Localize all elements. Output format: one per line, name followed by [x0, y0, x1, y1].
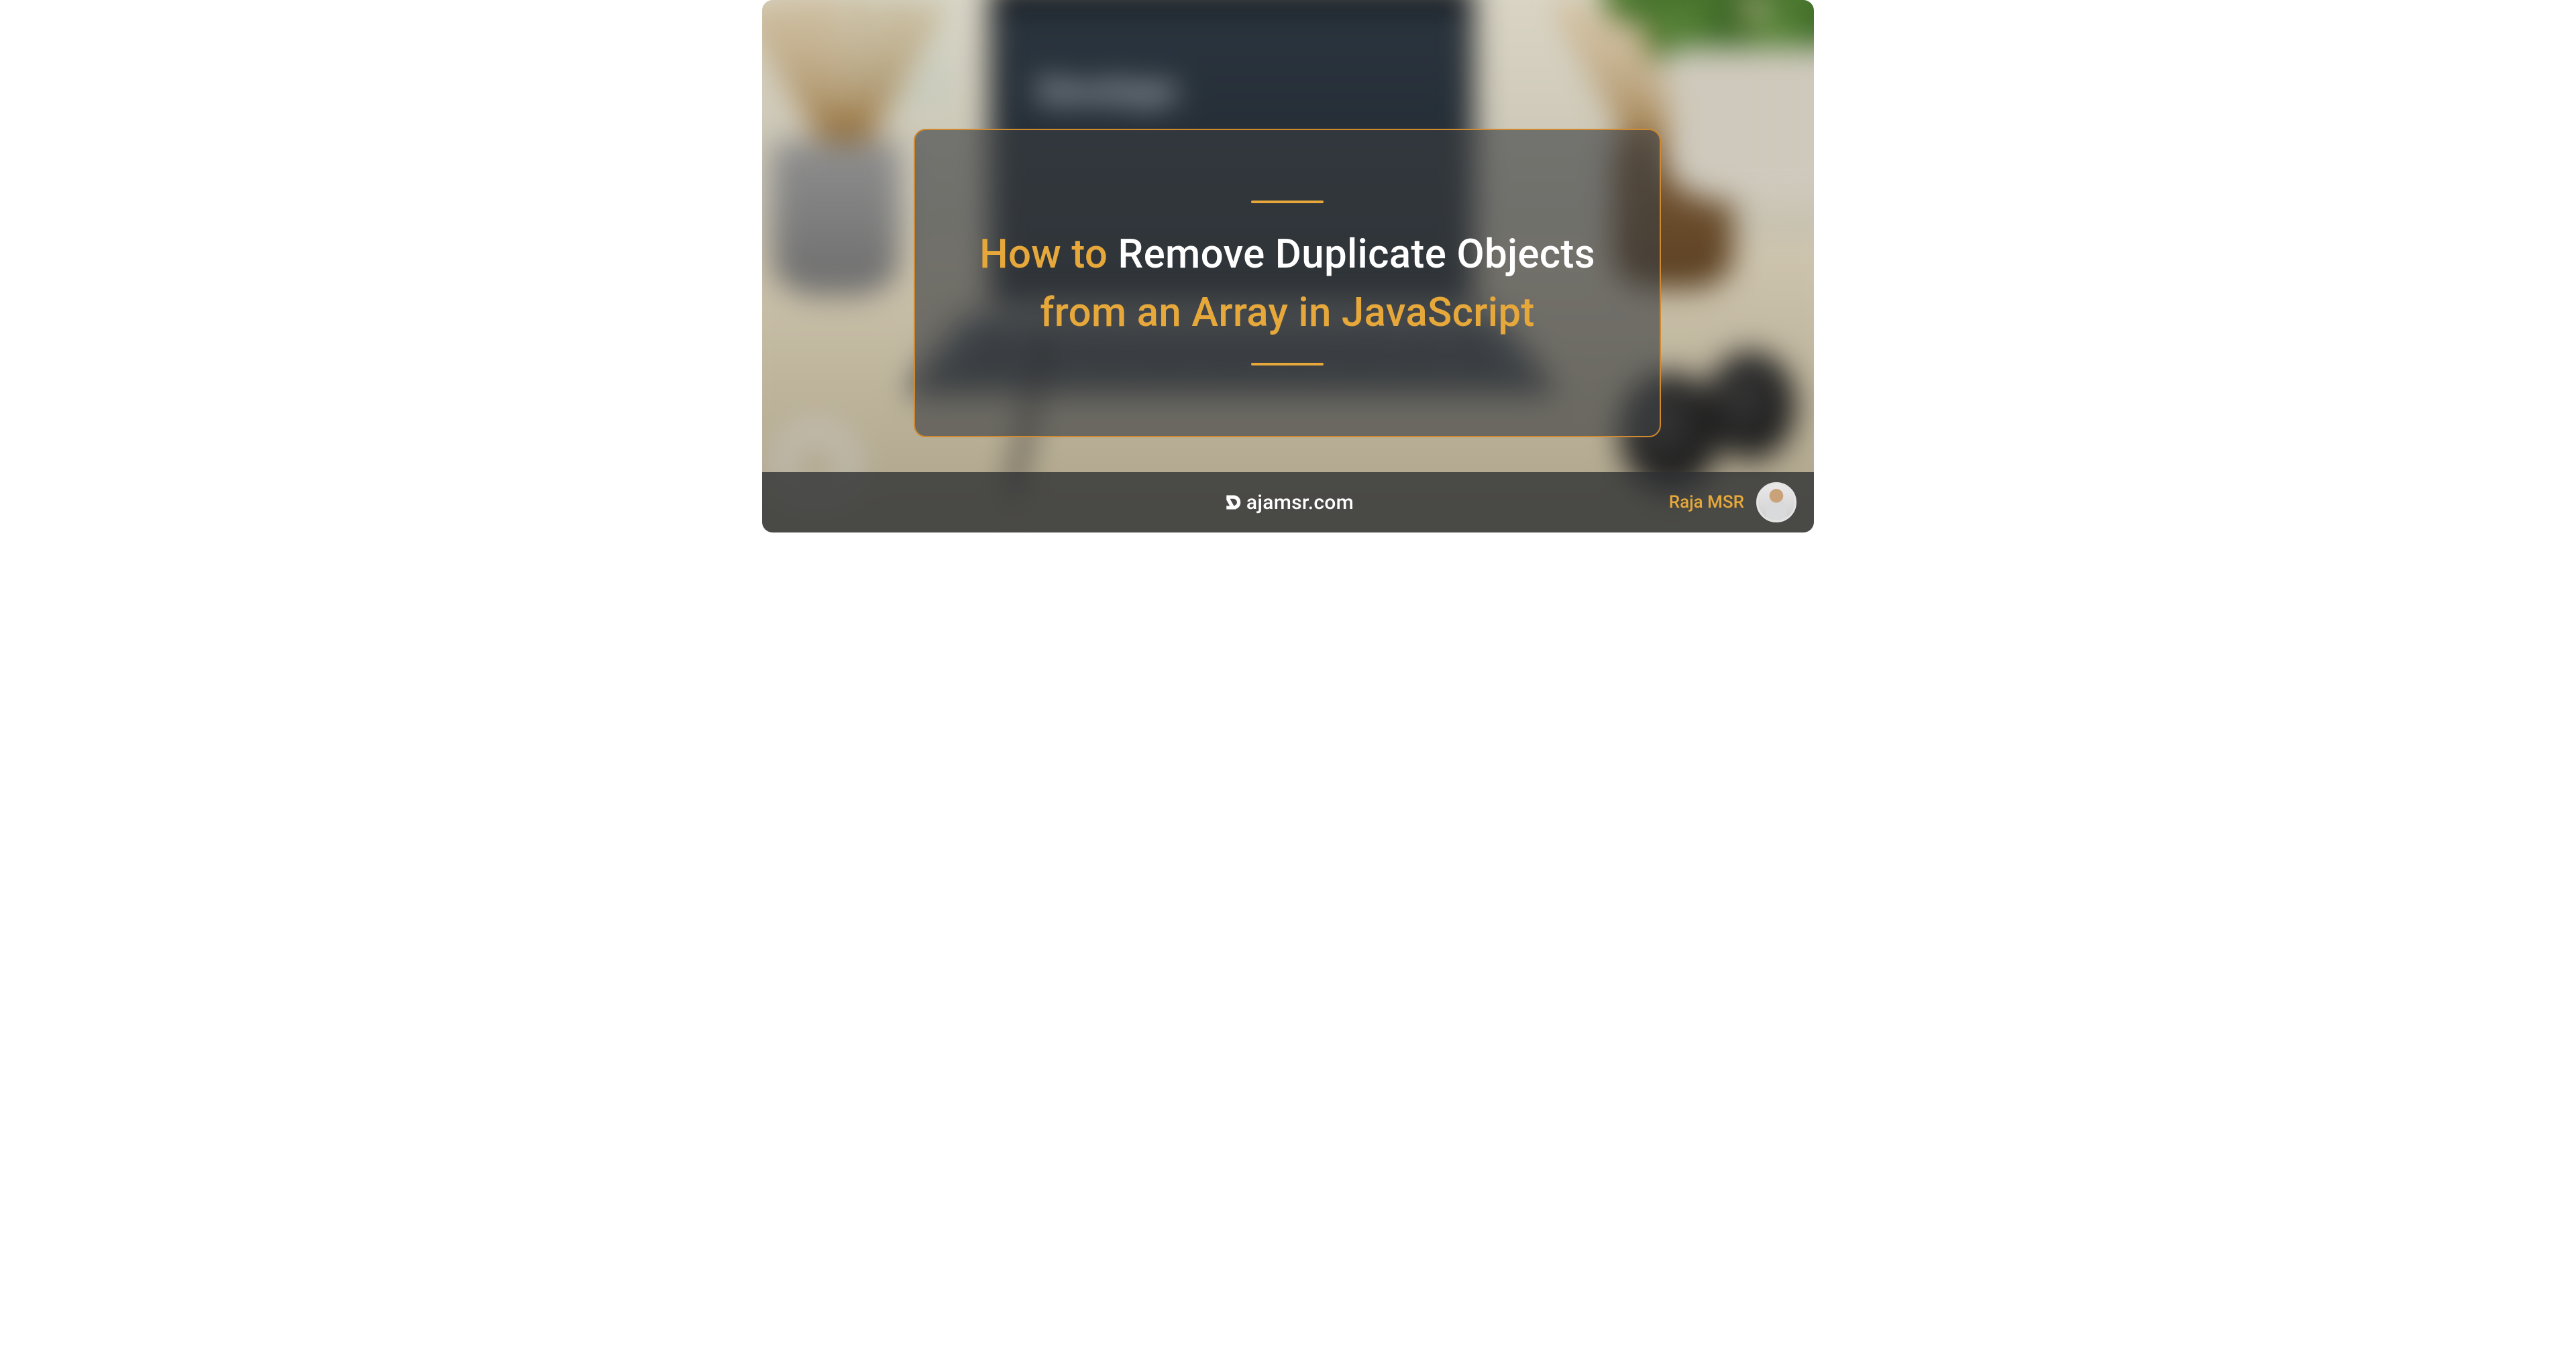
brand: ajamsr.com: [1222, 491, 1354, 514]
cover-title: How to Remove Duplicate Objects from an …: [953, 225, 1622, 341]
pencil-cup-left: [772, 141, 900, 295]
title-seg-2: from an Array in JavaScript: [1040, 288, 1534, 336]
footer-bar: ajamsr.com Raja MSR: [762, 472, 1814, 532]
title-card: How to Remove Duplicate Objects from an …: [914, 129, 1661, 437]
brand-text: ajamsr.com: [1246, 491, 1354, 514]
title-seg-1: Remove Duplicate Objects: [1118, 230, 1595, 278]
laptop-topbar: [998, 0, 1465, 10]
accent-line-bottom: [1251, 363, 1324, 365]
plant-pot: [1666, 47, 1814, 201]
accent-line-top: [1251, 201, 1324, 203]
avatar: [1756, 482, 1796, 522]
author-block: Raja MSR: [1669, 472, 1796, 532]
blog-cover-image: Devslope: [762, 0, 1814, 532]
author-name: Raja MSR: [1669, 492, 1744, 512]
brand-logo-icon: [1222, 492, 1242, 512]
title-seg-0: How to: [979, 230, 1118, 278]
laptop-screen-text: Devslope: [1038, 72, 1177, 110]
